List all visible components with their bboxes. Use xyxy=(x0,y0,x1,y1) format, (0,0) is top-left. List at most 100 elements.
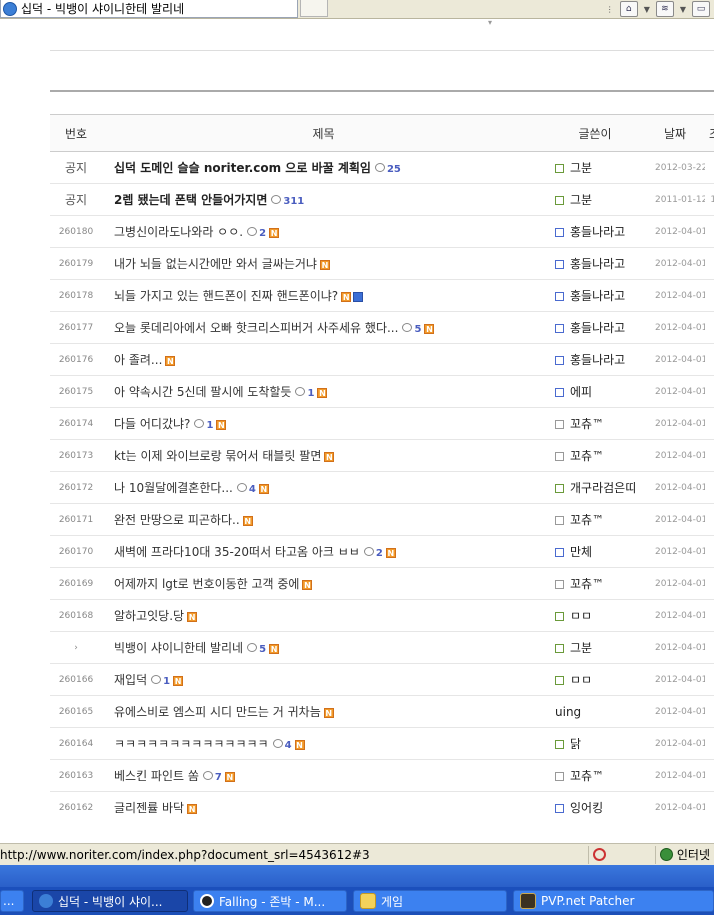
post-title-link[interactable]: 알하고잇당.당 xyxy=(114,609,184,623)
post-title-link[interactable]: 아 약속시간 5신데 팔시에 도착할듯 xyxy=(114,385,291,399)
post-title-cell[interactable]: 나 10월달에결혼한다... 4 N xyxy=(102,471,545,504)
table-row[interactable]: 260173 kt는 이제 와이브로랑 묶어서 태블릿 팔면 N 꼬츄™ 2012-04… xyxy=(50,439,714,472)
post-author-cell[interactable]: 꼬츄™ xyxy=(545,439,645,472)
table-row[interactable]: 260180 그병신이라도나와라 ㅇㅇ. 2N 홍들나라고 2012-04-016 xyxy=(50,215,714,248)
table-row[interactable]: › 빅뱅이 샤이니한테 발리네 5N 그분 2012-04-0130 xyxy=(50,631,714,664)
taskbar-item-media-player[interactable]: Falling - 존박 - M... xyxy=(193,890,347,912)
post-author[interactable]: 꼬츄™ xyxy=(570,417,604,431)
post-author-cell[interactable]: 만체 xyxy=(545,535,645,568)
post-author-cell[interactable]: 꼬츄™ xyxy=(545,759,645,792)
post-title-link[interactable]: 유에스비로 엠스피 시디 만드는 거 귀차늠 xyxy=(114,705,321,719)
print-icon[interactable]: ▭ xyxy=(692,1,710,17)
post-title-link[interactable]: 완전 만땅으로 피곤하다.. xyxy=(114,513,240,527)
post-title-cell[interactable]: 다들 어디갔냐? 1 N xyxy=(102,407,545,440)
post-author[interactable]: ㅁㅁ xyxy=(570,609,592,623)
post-author-cell[interactable]: 개구라검은띠 xyxy=(545,471,645,504)
post-title-link[interactable]: 오늘 롯데리아에서 오빠 핫크리스피버거 사주세유 했다... xyxy=(114,321,398,335)
post-title-link[interactable]: 글리젠률 바닥 xyxy=(114,801,184,815)
post-title-link[interactable]: 나 10월달에결혼한다... xyxy=(114,481,233,495)
post-title-link[interactable]: 십덕 도메인 슬슬 noriter.com 으로 바꿀 계획임 xyxy=(114,161,371,175)
table-row[interactable]: 공지 2렙 됐는데 폰택 안들어가지면 311 그분 2011-01-12184544 xyxy=(50,183,714,216)
taskbar-item-folder[interactable]: 게임 xyxy=(353,890,507,912)
post-title-link[interactable]: 내가 뇌들 없는시간에만 와서 글싸는거냐 xyxy=(114,257,317,271)
table-row[interactable]: 260171완전 만땅으로 피곤하다..N꼬츄™2012-04-015 xyxy=(50,503,714,536)
comment-count[interactable]: 5 xyxy=(414,324,421,335)
post-title-cell[interactable]: 뇌들 가지고 있는 핸드폰이 진짜 핸드폰이냐? N xyxy=(102,279,545,312)
comment-count[interactable]: 1 xyxy=(307,388,314,399)
post-author[interactable]: 꼬츄™ xyxy=(570,577,604,591)
post-author-cell[interactable]: 그분 xyxy=(545,631,645,664)
comment-count[interactable]: 1 xyxy=(163,676,170,687)
post-title-cell[interactable]: 아 약속시간 5신데 팔시에 도착할듯 1 N xyxy=(102,375,545,408)
table-row[interactable]: 260163 베스킨 파인트 쏨 7N 꼬츄™ 2012-04-0136 xyxy=(50,759,714,792)
post-title-link[interactable]: 아 졸려... xyxy=(114,353,162,367)
post-title-cell[interactable]: 내가 뇌들 없는시간에만 와서 글싸는거냐 N xyxy=(102,247,545,280)
post-author-cell[interactable]: 홍들나라고 xyxy=(545,343,645,376)
post-title-link[interactable]: 다들 어디갔냐? xyxy=(114,417,190,431)
post-author[interactable]: uing xyxy=(555,705,581,719)
post-author-cell[interactable]: uing xyxy=(545,695,645,728)
table-row[interactable]: 260175 아 약속시간 5신데 팔시에 도착할듯 1N 에피 2012-04-011… xyxy=(50,375,714,408)
browser-tab[interactable]: 십덕 - 빅뱅이 샤이니한테 발리네 xyxy=(0,0,298,18)
post-author[interactable]: 에피 xyxy=(570,385,592,399)
post-title-cell[interactable]: 아 졸려... N xyxy=(102,343,545,376)
table-row[interactable]: 260179 내가 뇌들 없는시간에만 와서 글싸는거냐 N 홍들나라고 2012-04… xyxy=(50,247,714,280)
post-author[interactable]: 꼬츄™ xyxy=(570,449,604,463)
post-author-cell[interactable]: 닭 xyxy=(545,727,645,760)
post-title-cell[interactable]: 오늘 롯데리아에서 오빠 핫크리스피버거 사주세유 했다... 5 N xyxy=(102,311,545,344)
post-author-cell[interactable]: 꼬츄™ xyxy=(545,567,645,600)
post-author[interactable]: 홍들나라고 xyxy=(570,289,625,303)
post-author[interactable]: 홍들나라고 xyxy=(570,225,625,239)
comment-count[interactable]: 311 xyxy=(283,196,304,207)
chevron-down-icon[interactable]: ▼ xyxy=(644,5,650,14)
home-icon[interactable]: ⌂ xyxy=(619,1,638,17)
table-row[interactable]: 260168알하고잇당.당Nㅁㅁ2012-04-0110 xyxy=(50,599,714,632)
table-row[interactable]: 260169 어제까지 lgt로 번호이동한 고객 중에 N 꼬츄™ 2012-04-0… xyxy=(50,567,714,600)
table-row[interactable]: 260174 다들 어디갔냐? 1N 꼬츄™ 2012-04-0115 xyxy=(50,407,714,440)
post-author[interactable]: 꼬츄™ xyxy=(570,769,604,783)
comment-count[interactable]: 25 xyxy=(387,164,401,175)
post-author[interactable]: 꼬츄™ xyxy=(570,513,604,527)
post-author-cell[interactable]: 그분 xyxy=(545,151,645,184)
post-title-link[interactable]: 빅뱅이 샤이니한테 발리네 xyxy=(114,641,243,655)
post-author[interactable]: 그분 xyxy=(570,161,592,175)
post-author[interactable]: 홍들나라고 xyxy=(570,321,625,335)
post-author[interactable]: 그분 xyxy=(570,641,592,655)
post-author-cell[interactable]: 홍들나라고 xyxy=(545,215,645,248)
post-title-cell[interactable]: kt는 이제 와이브로랑 묶어서 태블릿 팔면 N xyxy=(102,439,545,472)
comment-count[interactable]: 4 xyxy=(249,484,256,495)
post-author[interactable]: 홍들나라고 xyxy=(570,257,625,271)
post-title-link[interactable]: 새벽에 프라다10대 35-20떠서 타고옴 아크 ㅂㅂ xyxy=(114,545,360,559)
post-author-cell[interactable]: 에피 xyxy=(545,375,645,408)
table-row[interactable]: 260178 뇌들 가지고 있는 핸드폰이 진짜 핸드폰이냐? N 홍들나라고 2012… xyxy=(50,279,714,312)
rss-feed-icon[interactable]: ≋ xyxy=(655,1,674,17)
popup-blocked-indicator[interactable] xyxy=(589,848,655,861)
security-zone[interactable]: 인터넷 xyxy=(656,846,714,863)
post-title-cell[interactable]: 어제까지 lgt로 번호이동한 고객 중에 N xyxy=(102,567,545,600)
post-title-cell[interactable]: 새벽에 프라다10대 35-20떠서 타고옴 아크 ㅂㅂ 2 N xyxy=(102,535,545,568)
post-title-cell[interactable]: 완전 만땅으로 피곤하다.. N xyxy=(102,503,545,536)
comment-count[interactable]: 7 xyxy=(215,772,222,783)
post-author-cell[interactable]: 그분 xyxy=(545,183,645,216)
post-author[interactable]: 홍들나라고 xyxy=(570,353,625,367)
table-row[interactable]: 260177 오늘 롯데리아에서 오빠 핫크리스피버거 사주세유 했다... 5 N 홍… xyxy=(50,311,714,344)
table-row[interactable]: 260176아 졸려...N홍들나라고2012-04-014 xyxy=(50,343,714,376)
post-title-link[interactable]: kt는 이제 와이브로랑 묶어서 태블릿 팔면 xyxy=(114,449,321,463)
post-author[interactable]: 잉어킹 xyxy=(570,801,603,815)
post-author-cell[interactable]: 꼬츄™ xyxy=(545,503,645,536)
table-row[interactable]: 260170 새벽에 프라다10대 35-20떠서 타고옴 아크 ㅂㅂ 2 N 만체 20… xyxy=(50,535,714,568)
post-author[interactable]: ㅁㅁ xyxy=(570,673,592,687)
table-row[interactable]: 260166 재입덕 1N ㅁㅁ 2012-04-018 xyxy=(50,663,714,696)
post-author-cell[interactable]: 홍들나라고 xyxy=(545,279,645,312)
post-title-cell[interactable]: 알하고잇당.당 N xyxy=(102,599,545,632)
table-row[interactable]: 260172 나 10월달에결혼한다... 4N 개구라검은띠 2012-04-0132 xyxy=(50,471,714,504)
post-title-cell[interactable]: 십덕 도메인 슬슬 noriter.com 으로 바꿀 계획임 25 xyxy=(102,151,545,184)
post-title-link[interactable]: 2렙 됐는데 폰택 안들어가지면 xyxy=(114,193,267,207)
post-title-cell[interactable]: 유에스비로 엠스피 시디 만드는 거 귀차늠 N xyxy=(102,695,545,728)
table-row[interactable]: 공지 십덕 도메인 슬슬 noriter.com 으로 바꿀 계획임 25 그분 201… xyxy=(50,151,714,184)
post-title-cell[interactable]: 글리젠률 바닥 N xyxy=(102,791,545,823)
taskbar-item-start[interactable]: ... xyxy=(0,890,24,912)
post-title-link[interactable]: 그병신이라도나와라 ㅇㅇ. xyxy=(114,225,243,239)
post-author-cell[interactable]: 잉어킹 xyxy=(545,791,645,823)
post-author[interactable]: 개구라검은띠 xyxy=(570,481,636,495)
